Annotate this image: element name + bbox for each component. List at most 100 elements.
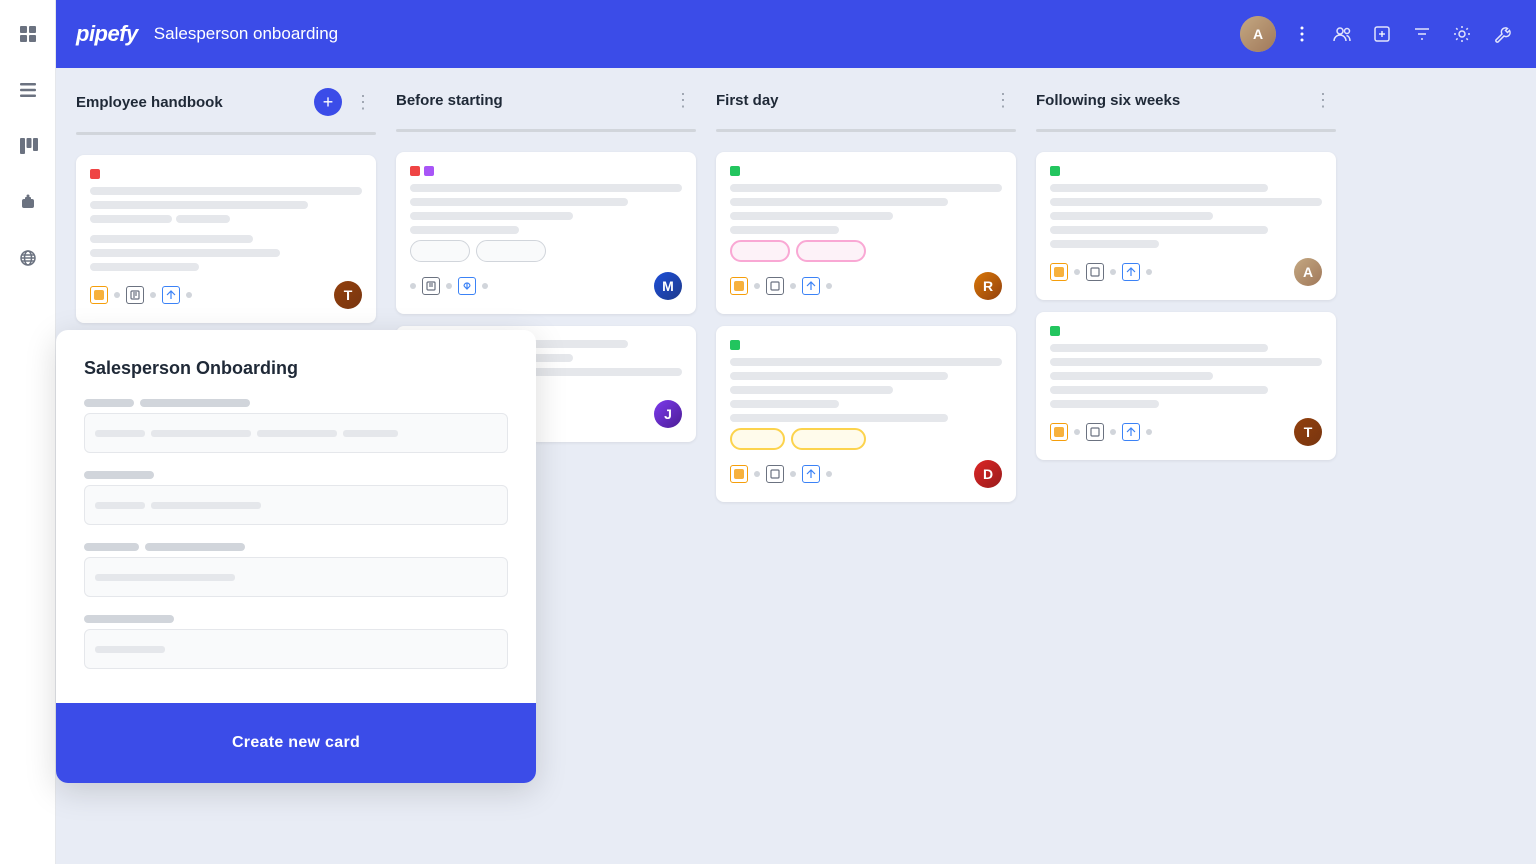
column-header: Before starting ⋮: [396, 88, 696, 113]
header-left: pipefy Salesperson onboarding: [76, 21, 338, 47]
tag-green: [730, 166, 740, 176]
action-icon-2[interactable]: [126, 286, 144, 304]
column-menu-icon[interactable]: ⋮: [1310, 88, 1336, 113]
card-actions: [90, 286, 192, 304]
action-icon-2[interactable]: [766, 277, 784, 295]
column-title: Employee handbook: [76, 94, 306, 111]
action-icon-2[interactable]: [422, 277, 440, 295]
column-menu-icon[interactable]: ⋮: [350, 90, 376, 115]
card-tags: [410, 166, 682, 176]
logo: pipefy: [76, 21, 138, 47]
sidebar-icon-robot[interactable]: [10, 184, 46, 220]
field-label-3: [84, 543, 508, 551]
create-new-card-button[interactable]: Create new card: [84, 721, 508, 765]
action-dot-2: [790, 283, 796, 289]
action-icon[interactable]: [1050, 263, 1068, 281]
user-avatar[interactable]: A: [1240, 16, 1276, 52]
action-icon[interactable]: [90, 286, 108, 304]
card-footer: T: [90, 281, 362, 309]
sidebar-icon-grid[interactable]: [10, 16, 46, 52]
action-icon-2[interactable]: [766, 465, 784, 483]
panel-title: Salesperson Onboarding: [84, 358, 508, 379]
card-footer: D: [730, 460, 1002, 488]
card-avatar: R: [974, 272, 1002, 300]
column-underline: [76, 132, 376, 135]
add-card-button[interactable]: +: [314, 88, 342, 116]
more-menu-icon[interactable]: [1288, 20, 1316, 48]
field-input-4[interactable]: [84, 629, 508, 669]
wrench-icon[interactable]: [1488, 20, 1516, 48]
settings-icon[interactable]: [1448, 20, 1476, 48]
action-dot-2: [446, 283, 452, 289]
action-icon-3[interactable]: [802, 465, 820, 483]
card-avatar: A: [1294, 258, 1322, 286]
header: pipefy Salesperson onboarding A: [56, 0, 1536, 68]
field-input-2[interactable]: [84, 485, 508, 525]
sidebar-icon-board[interactable]: [10, 128, 46, 164]
form-field-1: [84, 399, 508, 453]
page-title: Salesperson onboarding: [154, 24, 338, 44]
card-tags: [1050, 326, 1322, 336]
people-icon[interactable]: [1328, 20, 1356, 48]
action-dot: [1074, 269, 1080, 275]
card: M: [396, 152, 696, 314]
field-input-3[interactable]: [84, 557, 508, 597]
panel-body: Salesperson Onboarding: [56, 330, 536, 703]
action-icon-2[interactable]: [1086, 423, 1104, 441]
badge-pink-2: [796, 240, 866, 262]
card-footer: A: [1050, 258, 1322, 286]
card-actions: [730, 277, 832, 295]
card-tags: [730, 166, 1002, 176]
action-dot-3: [482, 283, 488, 289]
action-icon[interactable]: [1050, 423, 1068, 441]
card-tags: [730, 340, 1002, 350]
badge-empty-2: [476, 240, 546, 262]
column-menu-icon[interactable]: ⋮: [670, 88, 696, 113]
sidebar-icon-list[interactable]: [10, 72, 46, 108]
header-right: A: [1240, 16, 1516, 52]
badge-yellow-2: [791, 428, 866, 450]
tag-green: [730, 340, 740, 350]
card-actions: [410, 277, 488, 295]
card-footer: M: [410, 272, 682, 300]
column-menu-icon[interactable]: ⋮: [990, 88, 1016, 113]
card-avatar: D: [974, 460, 1002, 488]
column-title: Before starting: [396, 92, 662, 109]
action-icon-3[interactable]: [1122, 263, 1140, 281]
action-icon-3[interactable]: [458, 277, 476, 295]
panel-footer: Create new card: [56, 703, 536, 783]
action-dot-3: [186, 292, 192, 298]
badge-empty: [410, 240, 470, 262]
action-icon[interactable]: [730, 465, 748, 483]
action-icon-3[interactable]: [802, 277, 820, 295]
column-underline: [1036, 129, 1336, 132]
action-icon[interactable]: [730, 277, 748, 295]
card: T: [76, 155, 376, 323]
action-dot-3: [826, 471, 832, 477]
card: D: [716, 326, 1016, 502]
card-avatar: M: [654, 272, 682, 300]
form-field-4: [84, 615, 508, 669]
action-dot-3: [1146, 269, 1152, 275]
card-footer: R: [730, 272, 1002, 300]
tag-red: [90, 169, 100, 179]
export-icon[interactable]: [1368, 20, 1396, 48]
action-icon-2[interactable]: [1086, 263, 1104, 281]
card-footer: T: [1050, 418, 1322, 446]
card-avatar: T: [1294, 418, 1322, 446]
form-field-2: [84, 471, 508, 525]
action-icon-3[interactable]: [162, 286, 180, 304]
action-icon-3[interactable]: [1122, 423, 1140, 441]
field-input-1[interactable]: [84, 413, 508, 453]
sidebar-icon-globe[interactable]: [10, 240, 46, 276]
tag-purple: [424, 166, 434, 176]
filter-icon[interactable]: [1408, 20, 1436, 48]
card-actions: [1050, 423, 1152, 441]
card-avatar: T: [334, 281, 362, 309]
column-title: Following six weeks: [1036, 92, 1302, 109]
card-tags: [1050, 166, 1322, 176]
action-dot: [410, 283, 416, 289]
action-dot-2: [1110, 269, 1116, 275]
action-dot-3: [826, 283, 832, 289]
field-label-2: [84, 471, 508, 479]
